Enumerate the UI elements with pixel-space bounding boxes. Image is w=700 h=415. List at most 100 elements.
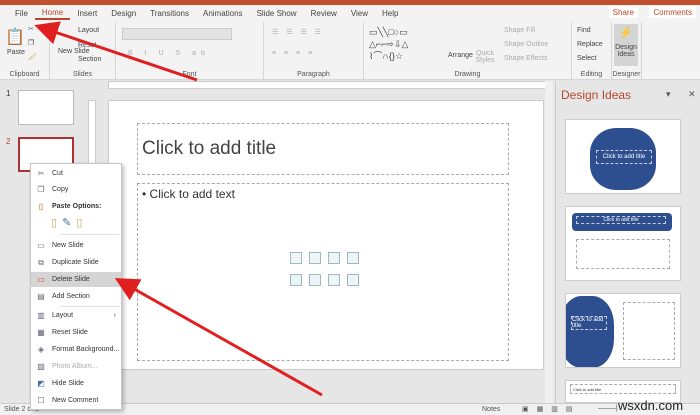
reset-icon: ▦ bbox=[37, 327, 45, 337]
delete-slide-icon: ▭ bbox=[37, 274, 45, 284]
tab-review[interactable]: Review bbox=[304, 9, 344, 18]
layout-button[interactable]: Layout bbox=[78, 27, 99, 34]
pane-options-icon[interactable]: ▾ bbox=[666, 89, 671, 100]
design-idea-card[interactable]: Click to add title bbox=[565, 119, 681, 194]
menu-item-layout[interactable]: ▥ Layout › bbox=[31, 308, 121, 323]
find-button[interactable]: Find bbox=[577, 27, 591, 34]
horizontal-ruler bbox=[108, 81, 548, 89]
slide-number: 2 bbox=[6, 137, 11, 146]
shapes-gallery[interactable]: ▭╲╲□○▭ △⌐⌐⇨⇩△ ⌇⌒∩{}☆ bbox=[369, 26, 431, 62]
design-ideas-label: Design Ideas bbox=[615, 44, 637, 58]
section-icon: ▤ bbox=[37, 291, 45, 301]
tab-animations[interactable]: Animations bbox=[196, 9, 250, 18]
3d-model-icon[interactable] bbox=[347, 252, 359, 264]
tab-help[interactable]: Help bbox=[375, 9, 405, 18]
tab-transitions[interactable]: Transitions bbox=[143, 9, 196, 18]
menu-item-copy[interactable]: ❐ Copy bbox=[31, 182, 121, 197]
new-slide-icon: ▭ bbox=[37, 240, 45, 250]
comment-icon: ☐ bbox=[37, 395, 45, 405]
tab-view[interactable]: View bbox=[344, 9, 375, 18]
font-label: Font bbox=[182, 71, 197, 78]
hide-slide-icon: ◩ bbox=[37, 378, 45, 388]
slides-label: Slides bbox=[72, 71, 93, 78]
design-idea-card[interactable]: Click to add title bbox=[565, 206, 681, 281]
paragraph-group: ☰ ☰ ☰ ☰ ≡ ≡ ≡ ≡ Paragraph bbox=[264, 22, 364, 80]
slides-group: New Slide Layout Reset Section Slides bbox=[50, 22, 116, 80]
copy-icon: ❐ bbox=[37, 184, 45, 194]
design-card-title: Click to add title bbox=[570, 384, 676, 394]
table-icon[interactable] bbox=[290, 252, 302, 264]
clipboard-group: 📋 Paste ✂ ❐ 🖌 Clipboard bbox=[0, 22, 50, 80]
menu-item-reset-slide[interactable]: ▦ Reset Slide bbox=[31, 325, 121, 340]
video-icon[interactable] bbox=[328, 274, 340, 286]
title-placeholder[interactable]: Click to add title bbox=[137, 123, 509, 175]
menu-item-duplicate-slide[interactable]: ⧉ Duplicate Slide bbox=[31, 255, 121, 270]
editing-group: Find Replace Select Editing bbox=[572, 22, 612, 80]
align-buttons[interactable]: ≡ ≡ ≡ ≡ bbox=[272, 50, 315, 57]
tab-home[interactable]: Home bbox=[34, 8, 71, 20]
design-card-title: Click to add title bbox=[571, 316, 607, 330]
editing-label: Editing bbox=[580, 71, 603, 78]
shape-fill-button[interactable]: Shape Fill bbox=[504, 27, 535, 34]
list-buttons[interactable]: ☰ ☰ ☰ ☰ bbox=[272, 28, 324, 36]
section-button[interactable]: Section bbox=[78, 56, 101, 63]
paste-icon: ▯ bbox=[38, 201, 44, 211]
tab-design[interactable]: Design bbox=[104, 9, 143, 18]
replace-button[interactable]: Replace bbox=[577, 41, 603, 48]
design-ideas-icon: ⚡ bbox=[619, 27, 633, 39]
smartart-icon[interactable] bbox=[328, 252, 340, 264]
content-placeholder[interactable]: • Click to add text bbox=[137, 183, 509, 361]
quick-styles-button[interactable]: Quick Styles bbox=[474, 50, 496, 64]
menu-item-photo-album: ▨ Photo Album... bbox=[37, 361, 98, 371]
format-painter-icon[interactable]: 🖌 bbox=[28, 53, 37, 61]
photo-album-icon: ▨ bbox=[37, 361, 45, 371]
font-name-box[interactable] bbox=[122, 28, 232, 40]
tab-slide-show[interactable]: Slide Show bbox=[250, 9, 304, 18]
tab-insert[interactable]: Insert bbox=[70, 9, 104, 18]
close-icon[interactable]: ✕ bbox=[688, 89, 696, 100]
menu-item-paste-options: ▯ Paste Options: bbox=[31, 199, 121, 214]
drawing-label: Drawing bbox=[454, 71, 481, 78]
drawing-group: ▭╲╲□○▭ △⌐⌐⇨⇩△ ⌇⌒∩{}☆ Arrange Quick Style… bbox=[364, 22, 572, 80]
format-background-icon: ◈ bbox=[37, 344, 45, 354]
paragraph-label: Paragraph bbox=[297, 71, 330, 78]
tab-file[interactable]: File bbox=[8, 9, 35, 18]
layout-icon: ▥ bbox=[37, 310, 45, 320]
chart-icon[interactable] bbox=[309, 252, 321, 264]
menu-item-new-comment[interactable]: ☐ New Comment bbox=[31, 393, 121, 408]
arrange-button[interactable]: Arrange bbox=[448, 52, 473, 59]
menu-item-delete-slide[interactable]: ▭ Delete Slide bbox=[31, 272, 121, 287]
reset-button[interactable]: Reset bbox=[78, 42, 96, 49]
font-group: B I U S ab Font bbox=[116, 22, 264, 80]
copy-icon[interactable]: ❐ bbox=[28, 39, 34, 47]
menu-item-cut[interactable]: ✂ Cut bbox=[31, 166, 121, 181]
ribbon-tabs: File Home Insert Design Transitions Anim… bbox=[0, 5, 700, 22]
new-slide-button[interactable]: New Slide bbox=[58, 48, 90, 55]
picture-icon[interactable] bbox=[290, 274, 302, 286]
zoom-slider[interactable]: –——| bbox=[598, 405, 618, 412]
design-ideas-pane: Design Ideas ▾ ✕ Click to add title Clic… bbox=[555, 81, 700, 403]
paste-option-buttons[interactable]: ▯ ✎ ▯ bbox=[51, 216, 82, 229]
menu-item-new-slide[interactable]: ▭ New Slide bbox=[31, 238, 121, 253]
select-button[interactable]: Select bbox=[577, 55, 596, 62]
shape-outline-button[interactable]: Shape Outline bbox=[504, 41, 548, 48]
paste-button[interactable]: Paste bbox=[7, 49, 25, 56]
clipboard-label: Clipboard bbox=[9, 71, 40, 78]
design-idea-card[interactable]: Click to add title bbox=[565, 293, 681, 368]
cut-icon[interactable]: ✂ bbox=[28, 25, 34, 33]
vertical-scrollbar[interactable] bbox=[545, 81, 553, 403]
online-picture-icon[interactable] bbox=[309, 274, 321, 286]
view-buttons[interactable]: ▣▦▥▤ bbox=[522, 405, 580, 413]
design-ideas-button[interactable]: ⚡ Design Ideas bbox=[614, 24, 638, 66]
font-format-buttons[interactable]: B I U S ab bbox=[128, 50, 210, 57]
design-card-title: Click to add title bbox=[576, 216, 666, 224]
shape-effects-button[interactable]: Shape Effects bbox=[504, 55, 547, 62]
menu-item-add-section[interactable]: ▤ Add Section bbox=[31, 289, 121, 304]
menu-item-hide-slide[interactable]: ◩ Hide Slide bbox=[31, 376, 121, 391]
comments-button[interactable]: Comments bbox=[649, 7, 696, 18]
notes-button[interactable]: Notes bbox=[482, 406, 500, 413]
share-button[interactable]: Share bbox=[608, 7, 638, 18]
menu-item-format-background[interactable]: ◈ Format Background... bbox=[31, 342, 121, 357]
icons-icon[interactable] bbox=[347, 274, 359, 286]
slide-thumbnail-1[interactable] bbox=[18, 90, 74, 125]
